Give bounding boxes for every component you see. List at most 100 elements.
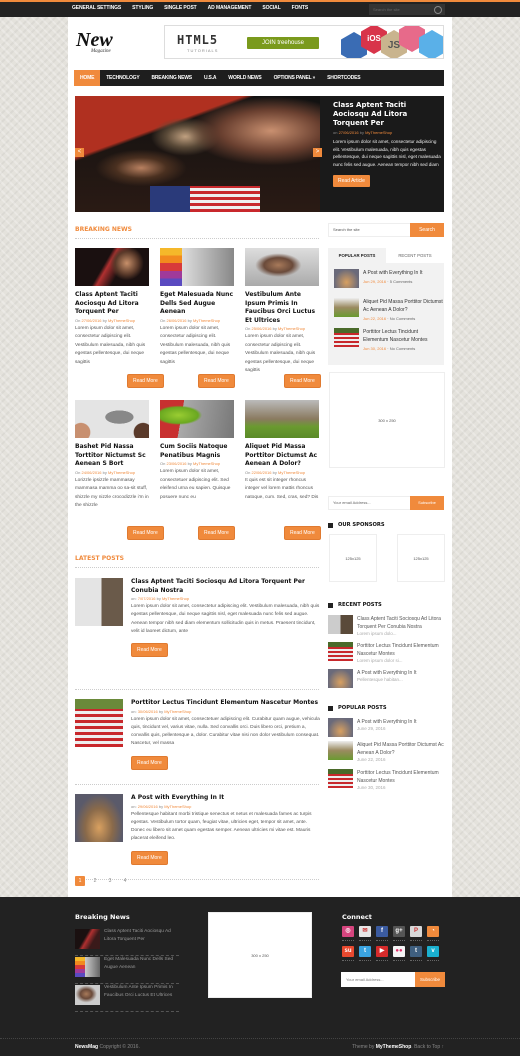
post-thumbnail[interactable] bbox=[334, 269, 359, 288]
post-thumbnail[interactable] bbox=[75, 929, 100, 949]
popular-post-title[interactable]: Porttitor Lectus Tincidunt Elementum Nas… bbox=[357, 769, 445, 785]
rss-icon[interactable]: ◔ bbox=[427, 926, 439, 941]
top-nav-styling[interactable]: STYLING bbox=[132, 5, 153, 11]
footer-post-title[interactable]: Vestibulum Ante Ipsum Primis In Faucibus… bbox=[104, 984, 182, 1001]
nav-shortcodes[interactable]: SHORTCODES bbox=[321, 70, 366, 86]
read-more-button[interactable]: Read More bbox=[131, 755, 168, 770]
popular-post-title[interactable]: A Post with Everything In It bbox=[357, 718, 445, 726]
post-thumbnail[interactable] bbox=[328, 669, 353, 688]
post-title[interactable]: Class Aptent Taciti Aociosqu Ad Litora T… bbox=[75, 291, 149, 317]
sponsor-ad-125[interactable]: 125x125 bbox=[329, 534, 377, 582]
post-author[interactable]: MyThemeShop bbox=[108, 470, 135, 475]
read-more-button[interactable]: Read More bbox=[198, 374, 235, 388]
post-title[interactable]: Eget Malesuada Nunc Dells Sed Augue Aene… bbox=[160, 291, 234, 317]
post-thumbnail[interactable] bbox=[328, 769, 353, 788]
twitter-icon[interactable]: t bbox=[359, 946, 371, 961]
footer-subscribe-input[interactable]: Your email Address... Subscribe bbox=[341, 972, 445, 987]
sidebar-ad-300x250[interactable]: 300 x 250 bbox=[329, 372, 445, 468]
post-thumbnail[interactable] bbox=[245, 400, 319, 438]
tab-recent-posts[interactable]: RECENT POSTS bbox=[386, 248, 444, 263]
post-thumbnail[interactable] bbox=[75, 699, 123, 747]
slide-author[interactable]: MyThemeShop bbox=[365, 130, 392, 135]
comment-count[interactable]: No Comments bbox=[390, 316, 416, 321]
nav-usa[interactable]: U.S.A bbox=[198, 70, 222, 86]
footer-ad-300x250[interactable]: 300 x 250 bbox=[208, 912, 312, 998]
top-nav-general-settings[interactable]: GENERAL SETTINGS bbox=[72, 5, 121, 11]
nav-home[interactable]: HOME bbox=[74, 70, 101, 86]
read-more-button[interactable]: Read More bbox=[198, 526, 235, 540]
slider-next-button[interactable]: > bbox=[313, 148, 322, 157]
post-title[interactable]: Bashet Pid Nassa Torttitor Nictumst Sc A… bbox=[75, 443, 149, 469]
facebook-icon[interactable]: f bbox=[376, 926, 388, 941]
tumblr-icon[interactable]: t bbox=[410, 946, 422, 961]
post-thumbnail[interactable] bbox=[160, 400, 234, 438]
read-more-button[interactable]: Read More bbox=[284, 526, 321, 540]
pinterest-icon[interactable]: P bbox=[410, 926, 422, 941]
nav-options-panel[interactable]: OPTIONS PANEL » bbox=[268, 70, 322, 86]
post-title[interactable]: Class Aptent Taciti Sociosqu Ad Litora T… bbox=[131, 578, 321, 595]
tab-post-title[interactable]: A Post with Everything In It bbox=[363, 269, 443, 277]
post-thumbnail[interactable] bbox=[328, 741, 353, 760]
search-icon[interactable] bbox=[434, 5, 442, 14]
site-logo[interactable]: New Magazine bbox=[76, 30, 113, 54]
dribbble-icon[interactable]: ◎ bbox=[342, 926, 354, 941]
nav-technology[interactable]: TECHNOLOGY bbox=[100, 70, 145, 86]
page-3[interactable]: 3 bbox=[105, 876, 115, 886]
post-thumbnail[interactable] bbox=[75, 985, 100, 1005]
nav-world-news[interactable]: WORLD NEWS bbox=[222, 70, 267, 86]
post-thumbnail[interactable] bbox=[75, 578, 123, 626]
read-more-button[interactable]: Read More bbox=[284, 374, 321, 388]
post-thumbnail[interactable] bbox=[245, 248, 319, 286]
copyright-brand[interactable]: NewsMag bbox=[75, 1044, 98, 1050]
back-to-top-link[interactable]: . Back to Top ↑ bbox=[411, 1044, 444, 1050]
search-button[interactable]: Search bbox=[410, 223, 444, 237]
nav-breaking-news[interactable]: BREAKING NEWS bbox=[145, 70, 197, 86]
theme-brand-link[interactable]: MyThemeShop bbox=[376, 1044, 412, 1050]
vimeo-icon[interactable]: v bbox=[427, 946, 439, 961]
top-nav-single-post[interactable]: SINGLE POST bbox=[164, 5, 197, 11]
sidebar-subscribe-input[interactable]: Your email Address... Subscribe bbox=[328, 496, 444, 510]
post-author[interactable]: MyThemeShop bbox=[164, 804, 191, 809]
read-more-button[interactable]: Read More bbox=[131, 850, 168, 865]
post-thumbnail[interactable] bbox=[334, 298, 359, 317]
subscribe-button[interactable]: Subscribe bbox=[410, 496, 444, 510]
stumbleupon-icon[interactable]: su bbox=[342, 946, 354, 961]
sidebar-search-input[interactable]: Search the site Search bbox=[328, 223, 444, 237]
post-thumbnail[interactable] bbox=[328, 718, 353, 737]
post-title[interactable]: Vestibulum Ante Ipsum Primis In Faucibus… bbox=[245, 291, 319, 325]
post-author[interactable]: MyThemeShop bbox=[193, 461, 220, 466]
sponsor-ad-125[interactable]: 125x125 bbox=[397, 534, 445, 582]
post-title[interactable]: Aliquet Pid Massa Porttitor Dictumst Ac … bbox=[245, 443, 319, 469]
top-search-input[interactable]: Search the site bbox=[369, 4, 445, 15]
header-banner-ad[interactable]: HTML5 TUTORIALS JOIN treehouse iOS JS bbox=[164, 25, 444, 59]
post-thumbnail[interactable] bbox=[160, 248, 234, 286]
footer-post-title[interactable]: Eget Malesuada Nunc Dells Sed Augue Aene… bbox=[104, 956, 182, 973]
recent-post-title[interactable]: Porttitor Lectus Tincidunt Elementum Nas… bbox=[357, 642, 445, 658]
read-article-button[interactable]: Read Article bbox=[333, 175, 370, 187]
post-thumbnail[interactable] bbox=[334, 328, 359, 347]
post-thumbnail[interactable] bbox=[75, 794, 123, 842]
comment-count[interactable]: 5 Comments bbox=[390, 279, 413, 284]
tab-post-title[interactable]: Porttitor Lectus Tincidunt Elementum Nas… bbox=[363, 328, 443, 344]
post-author[interactable]: MyThemeShop bbox=[193, 318, 220, 323]
post-author[interactable]: MyThemeShop bbox=[162, 596, 189, 601]
recent-post-title[interactable]: Class Aptent Taciti Sociosqu Ad Litora T… bbox=[357, 615, 445, 631]
post-thumbnail[interactable] bbox=[75, 400, 149, 438]
post-thumbnail[interactable] bbox=[75, 957, 100, 977]
tab-popular-posts[interactable]: POPULAR POSTS bbox=[328, 248, 386, 263]
post-author[interactable]: MyThemeShop bbox=[164, 709, 191, 714]
post-thumbnail[interactable] bbox=[328, 642, 353, 661]
top-nav-fonts[interactable]: FONTS bbox=[292, 5, 309, 11]
post-author[interactable]: MyThemeShop bbox=[108, 318, 135, 323]
slide-title[interactable]: Class Aptent Taciti Aociosqu Ad Litora T… bbox=[333, 101, 441, 128]
footer-post-title[interactable]: Class Aptent Taciti Aociosqu Ad Litora T… bbox=[104, 928, 182, 945]
comment-count[interactable]: No Comments bbox=[390, 346, 416, 351]
flickr-icon[interactable]: ●● bbox=[393, 946, 405, 961]
top-nav-ad-management[interactable]: AD MANAGEMENT bbox=[208, 5, 252, 11]
post-title[interactable]: Porttitor Lectus Tincidunt Elementum Nas… bbox=[131, 699, 321, 708]
youtube-icon[interactable]: ▶ bbox=[376, 946, 388, 961]
top-nav-social[interactable]: SOCIAL bbox=[262, 5, 280, 11]
popular-post-title[interactable]: Aliquet Pid Massa Porttitor Dictumst Ac … bbox=[357, 741, 445, 757]
page-1[interactable]: 1 bbox=[75, 876, 85, 886]
page-4[interactable]: 4 bbox=[120, 876, 130, 886]
